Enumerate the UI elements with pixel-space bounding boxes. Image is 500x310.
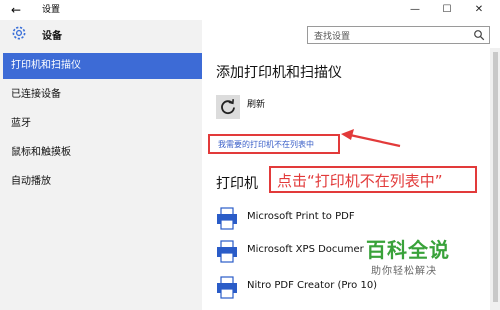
maximize-button[interactable]: ☐: [432, 0, 462, 20]
window-title: 设置: [42, 5, 61, 15]
sidebar-item-autoplay[interactable]: 自动播放: [0, 169, 202, 195]
sidebar-item-label: 自动播放: [11, 176, 51, 187]
printer-name: Nitro PDF Creator (Pro 10): [247, 280, 378, 291]
scrollbar[interactable]: [490, 48, 500, 310]
sidebar-item-label: 蓝牙: [11, 118, 31, 129]
printer-not-listed-highlight: 我需要的打印机不在列表中: [208, 134, 340, 154]
back-button[interactable]: ←: [11, 2, 21, 18]
printer-name: Microsoft Print to PDF: [247, 211, 355, 222]
refresh-icon: [221, 99, 235, 115]
sidebar-item-printers-scanners[interactable]: 打印机和扫描仪: [3, 53, 202, 79]
search-input[interactable]: 查找设置: [314, 29, 350, 42]
printer-item[interactable]: Microsoft Print to PDF: [216, 207, 476, 237]
sidebar: 设备 打印机和扫描仪 已连接设备 蓝牙 鼠标和触摸板 自动播放: [0, 20, 202, 310]
sidebar-header: 设备: [0, 20, 202, 48]
watermark-title: 百科全说: [366, 238, 450, 262]
search-icon[interactable]: [473, 29, 485, 41]
printer-icon: [217, 207, 237, 230]
sidebar-item-connected-devices[interactable]: 已连接设备: [0, 82, 202, 108]
refresh-label[interactable]: 刷新: [247, 97, 265, 110]
gear-icon: [12, 26, 26, 40]
annotation-callout: 点击“打印机不在列表中”: [269, 166, 477, 193]
scrollbar-thumb[interactable]: [493, 52, 498, 302]
sidebar-item-bluetooth[interactable]: 蓝牙: [0, 111, 202, 137]
page-title: 添加打印机和扫描仪: [216, 65, 342, 81]
printer-icon: [217, 240, 237, 263]
sidebar-item-label: 打印机和扫描仪: [11, 60, 81, 71]
refresh-button[interactable]: [216, 95, 240, 119]
printer-item[interactable]: Nitro PDF Creator (Pro 10): [216, 276, 476, 306]
watermark-subtitle: 助你轻松解决: [371, 266, 437, 277]
printer-not-listed-link[interactable]: 我需要的打印机不在列表中: [218, 139, 314, 150]
callout-text: 点击“打印机不在列表中”: [277, 172, 443, 190]
close-button[interactable]: ✕: [464, 0, 494, 20]
minimize-button[interactable]: —: [400, 0, 430, 20]
sidebar-item-mouse-touchpad[interactable]: 鼠标和触摸板: [0, 140, 202, 166]
sidebar-item-label: 鼠标和触摸板: [11, 147, 71, 158]
title-bar: ← 设置 — ☐ ✕: [0, 0, 500, 20]
printer-name: Microsoft XPS Documer: [247, 244, 364, 255]
printer-icon: [217, 276, 237, 299]
printers-heading: 打印机: [216, 176, 258, 192]
search-box[interactable]: 查找设置: [307, 26, 490, 44]
annotation-arrow: [341, 129, 401, 148]
sidebar-item-label: 已连接设备: [11, 89, 61, 100]
sidebar-title: 设备: [42, 31, 62, 42]
